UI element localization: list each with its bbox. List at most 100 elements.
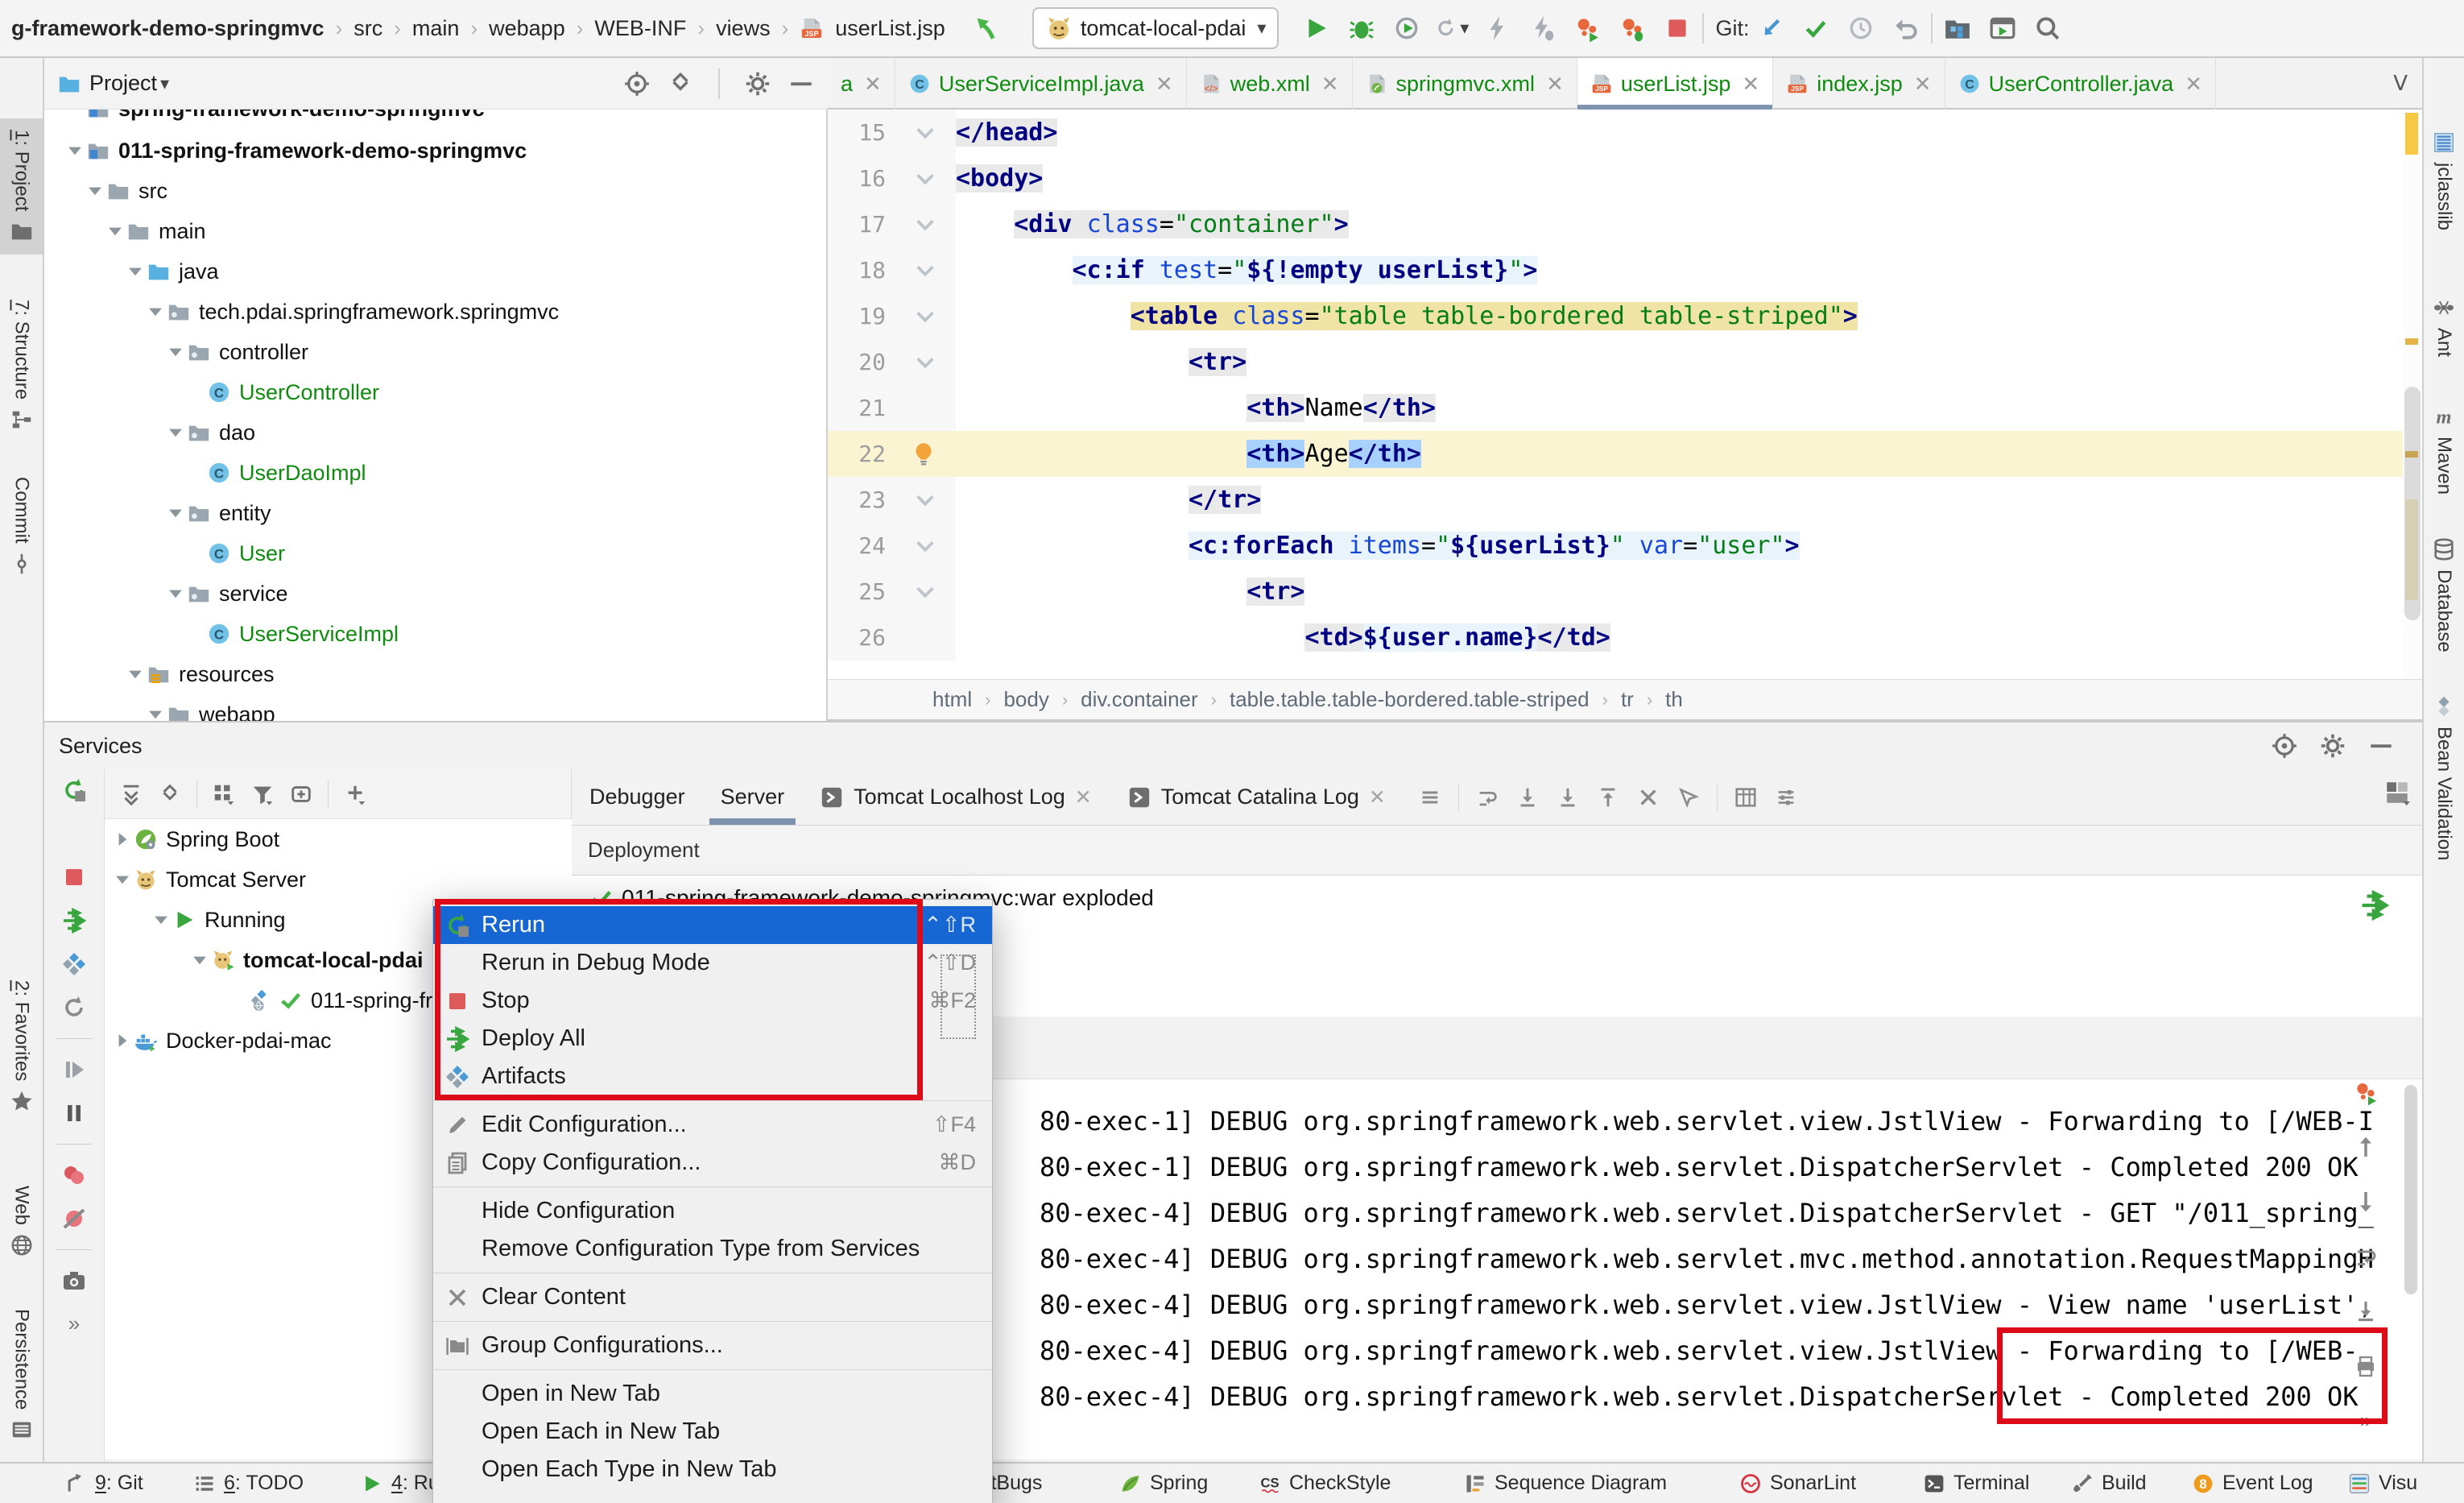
minus-button[interactable] [788,70,815,97]
toolwindow-button-commit[interactable]: Commit [0,477,43,576]
statusbar-item-spring[interactable]: Spring [1119,1464,1208,1503]
toolwindow-button-maven[interactable]: mMaven [2424,404,2464,495]
code-line-15[interactable]: 15</head> [828,110,2422,155]
services-tab-tomcat-localhost-log[interactable]: Tomcat Localhost Log✕ [802,769,1110,825]
scroll-end-button[interactable] [1556,785,1580,809]
chevron-expanded-icon[interactable] [124,260,147,283]
target-button[interactable] [623,70,651,97]
editor-gutter[interactable]: 25 [828,569,956,615]
chevron-expanded-icon[interactable] [164,341,187,363]
statusbar-item-todo[interactable]: 6: TODO [193,1464,304,1503]
services-tab-tomcat-catalina-log[interactable]: Tomcat Catalina Log✕ [1110,769,1404,825]
layout-settings-icon[interactable] [2383,779,2411,806]
chevron-expanded-icon[interactable] [124,663,147,685]
folders-button[interactable] [1941,11,1974,45]
chevron-expanded-icon[interactable] [164,421,187,444]
editor-breadcrumbs[interactable]: html›body›div.container›table.table.tabl… [828,679,2422,721]
lightbulb-icon[interactable] [910,441,937,468]
menu-item-group-configurations[interactable]: Group Configurations... [433,1327,992,1364]
lightning-button[interactable] [1480,11,1514,45]
editor-gutter[interactable]: 26 [828,615,956,660]
more-actions-icon[interactable]: » [2360,1408,2371,1433]
softwrap-button[interactable] [2353,1244,2379,1269]
group-by-button[interactable] [212,782,236,806]
code-line-22[interactable]: 22 <th>Age</th> [828,431,2422,477]
statusbar-item-checkstyle[interactable]: CSCheckStyle [1259,1464,1391,1503]
tree-item-userserviceimpl[interactable]: CUserServiceImpl [44,614,826,654]
chevron-expanded-icon[interactable] [64,139,86,162]
tree-item-src[interactable]: src [44,171,826,211]
lightning-debug-button[interactable] [1525,11,1559,45]
toolwindow-button--structure[interactable]: 7: Structure [0,300,43,432]
refresh-button[interactable] [61,995,87,1021]
stop-button[interactable] [61,864,87,890]
chevron-collapsed-icon[interactable] [111,1029,134,1052]
menu-item-hide-configuration[interactable]: Hide Configuration [433,1192,992,1230]
git-commit-button[interactable] [1799,11,1833,45]
chevron-expanded-icon[interactable] [104,220,126,242]
editor-tab-userlist-jsp[interactable]: JSPuserList.jsp✕ [1577,58,1773,110]
editor-breadcrumb-item[interactable]: tr [1621,687,1634,712]
editor-breadcrumb-item[interactable]: th [1665,687,1683,712]
menu-item-edit-configuration[interactable]: Edit Configuration...⇧F4 [433,1106,992,1144]
breadcrumb-item[interactable]: views [716,16,771,41]
code-line-21[interactable]: 21 <th>Name</th> [828,385,2422,431]
code-editor[interactable]: 15</head>16<body>17 <div class="containe… [828,110,2422,679]
stripe-warning-mark[interactable] [2405,113,2418,155]
menu-item-rerun-in-debug-mode[interactable]: Rerun in Debug Mode⌃⇧D [433,944,992,982]
statusbar-item-sonarlint[interactable]: SonarLint [1739,1464,1856,1503]
tree-item-controller[interactable]: controller [44,332,826,372]
add-plus-button[interactable] [343,782,367,806]
toolwindow-button-web[interactable]: Web [0,1186,43,1257]
breadcrumb-item[interactable]: WEB-INF [594,16,686,41]
code-line-24[interactable]: 24 <c:forEach items="${userList}" var="u… [828,523,2422,569]
menu-item-copy-configuration[interactable]: Copy Configuration...⌘D [433,1144,992,1182]
tree-item-user[interactable]: CUser [44,533,826,573]
clock-button[interactable] [1844,11,1878,45]
menu-item-open-in-new-tab[interactable]: Open in New Tab [433,1375,992,1413]
menu-item-deploy-all[interactable]: Deploy All [433,1020,992,1058]
chevron-collapsed-icon[interactable] [111,828,134,851]
stop-button[interactable] [1660,11,1694,45]
menu-item-rerun[interactable]: Rerun⌃⇧R [433,906,992,944]
editor-error-stripe[interactable] [2403,110,2422,679]
table-button[interactable] [1734,785,1758,809]
editor-gutter[interactable]: 17 [828,201,956,247]
code-line-18[interactable]: 18 <c:if test="${!empty userList}"> [828,247,2422,293]
tree-item-resources[interactable]: resources [44,654,826,694]
tree-item-dao[interactable]: dao [44,412,826,453]
chevron-expanded-icon[interactable] [144,300,167,323]
toolwindow-button-database[interactable]: Database [2424,537,2464,652]
statusbar-item-build[interactable]: Build [2071,1464,2147,1503]
tree-item-java[interactable]: java [44,251,826,292]
collapse-all-button[interactable] [667,70,694,97]
chevron-expanded-icon[interactable] [164,582,187,605]
tree-item-main[interactable]: main [44,211,826,251]
restart-button[interactable]: ▾ [1435,11,1469,45]
services-tab-debugger[interactable]: Debugger [572,769,703,825]
menu-item-clear-content[interactable]: Clear Content [433,1278,992,1316]
editor-tab-springmvc-xml[interactable]: springmvc.xml✕ [1353,58,1577,110]
pause-button[interactable] [61,1100,87,1126]
menu-item-stop[interactable]: Stop⌘F2 [433,982,992,1020]
editor-gutter[interactable]: 18 [828,247,956,293]
editor-gutter[interactable]: 22 [828,431,956,477]
editor-tab-web-xml[interactable]: </>web.xml✕ [1187,58,1353,110]
editor-breadcrumb-item[interactable]: html [932,687,972,712]
breadcrumb-item[interactable]: userList.jsp [835,16,945,41]
chevron-expanded-icon[interactable] [164,502,187,524]
git-update-button[interactable] [1754,11,1788,45]
code-line-17[interactable]: 17 <div class="container"> [828,201,2422,247]
cursor-button[interactable] [1676,785,1701,809]
close-tab-icon[interactable]: ✕ [1075,785,1092,809]
tree-item-entity[interactable]: entity [44,493,826,533]
deploy-all-icon[interactable] [2359,890,2390,921]
toolwindow-button-ant[interactable]: Ant [2424,296,2464,357]
chevron-expanded-icon[interactable] [144,703,167,721]
debug-rerun-button[interactable] [61,821,87,847]
close-tab-icon[interactable]: ✕ [1914,72,1932,97]
more-actions-icon[interactable]: » [68,1311,80,1336]
breadcrumb-item[interactable]: main [412,16,460,41]
close-tab-icon[interactable]: ✕ [1369,785,1386,809]
editor-scrollbar-thumb[interactable] [2404,387,2421,620]
